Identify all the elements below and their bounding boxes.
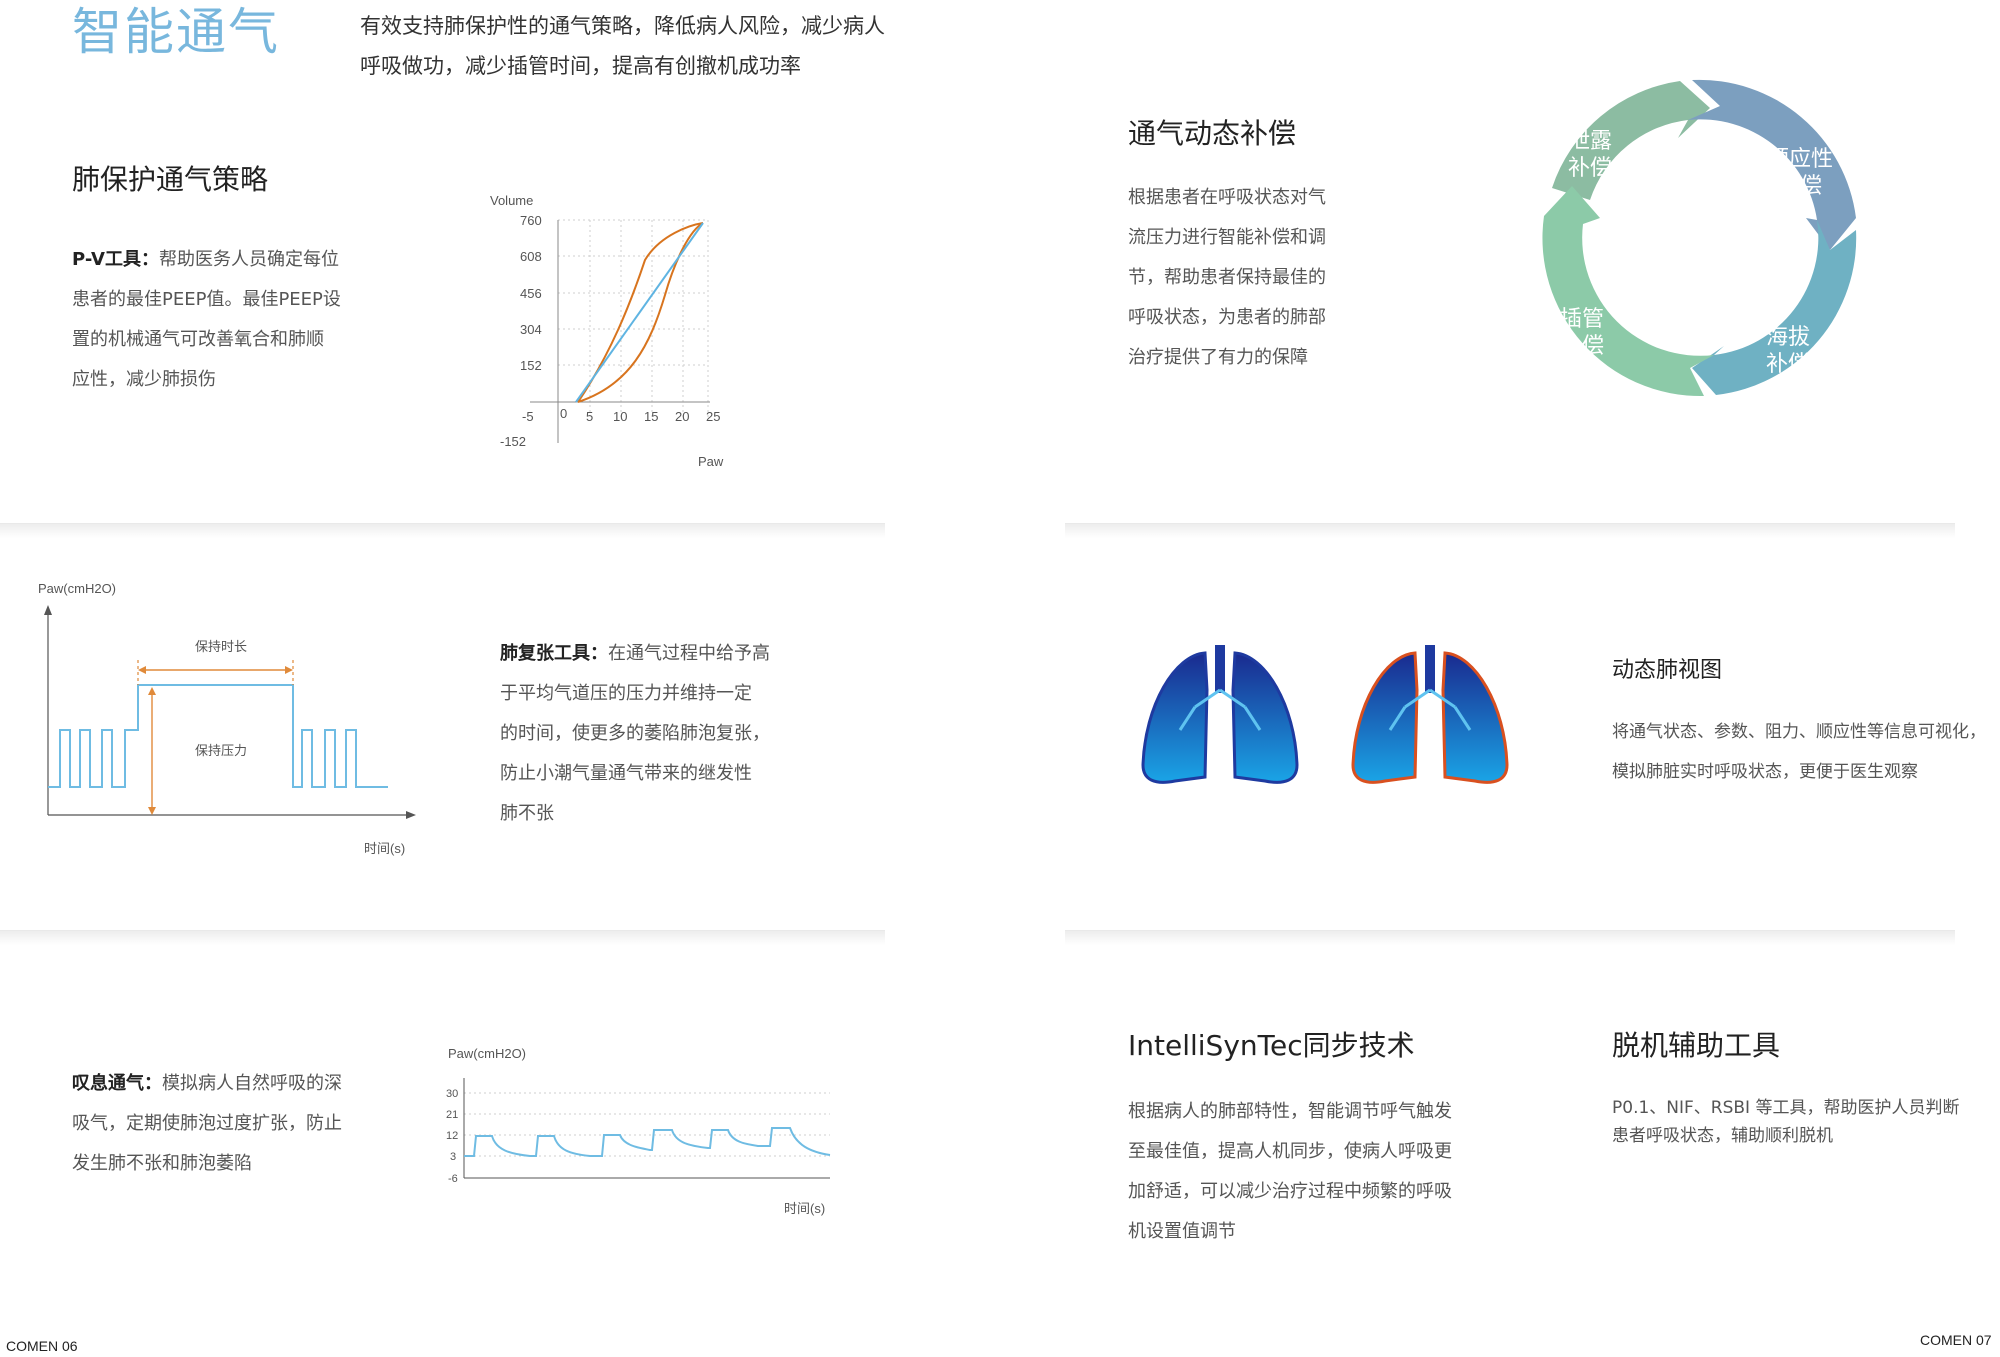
sigh-label: 叹息通气：	[72, 1073, 162, 1094]
recruit-ylabel: Paw(cmH2O)	[38, 581, 116, 596]
intellisync-line: 加舒适，可以减少治疗过程中频繁的呼吸	[1128, 1181, 1452, 1202]
pv-ytick: 304	[520, 322, 542, 337]
pv-ylabel: Volume	[490, 193, 533, 208]
compensation-cycle-diagram: 泄露 补偿 顺应性 补偿 海拔 补偿 插管 补偿	[1542, 79, 1857, 397]
pv-text: 置的机械通气可改善氧合和肺顺	[72, 329, 324, 350]
intro-text: 有效支持肺保护性的通气策略，降低病人风险，减少病人 呼吸做功，减少插管时间，提高…	[360, 6, 900, 86]
pv-tool-description: P-V工具：帮助医务人员确定每位 患者的最佳PEEP值。最佳PEEP设 置的机械…	[72, 240, 372, 400]
dc-line: 治疗提供了有力的保障	[1128, 347, 1308, 368]
recruitment-text: 防止小潮气量通气带来的继发性	[500, 763, 752, 784]
brand-logo: COMEN	[6, 1338, 59, 1354]
lung-view-heading: 动态肺视图	[1612, 658, 1723, 683]
pv-xtick: 5	[586, 409, 593, 424]
weaning-line: 患者呼吸状态，辅助顺利脱机	[1612, 1126, 1833, 1146]
recruitment-label: 肺复张工具：	[500, 643, 608, 664]
footer-right: COMEN 07	[1920, 1332, 1992, 1348]
cycle-segment-intubation	[1542, 186, 1714, 397]
section-divider	[1065, 523, 1955, 538]
sigh-ytick: -6	[448, 1173, 458, 1185]
hold-time-label: 保持时长	[195, 639, 247, 654]
pv-xtick: 0	[560, 406, 567, 421]
page-title: 智能通气	[72, 3, 280, 61]
cycle-label: 补偿	[1568, 156, 1612, 181]
weaning-text: P0.1、NIF、RSBI 等工具，帮助医护人员判断 患者呼吸状态，辅助顺利脱机	[1612, 1094, 1992, 1150]
recruit-waveform	[48, 684, 388, 788]
pv-text: 应性，减少肺损伤	[72, 369, 216, 390]
dc-line: 呼吸状态，为患者的肺部	[1128, 307, 1326, 328]
sigh-ytick: 12	[446, 1130, 458, 1142]
recruit-xlabel: 时间(s)	[364, 841, 405, 856]
brand-logo: COMEN	[1920, 1332, 1973, 1348]
intellisync-heading: IntelliSynTec同步技术	[1128, 1029, 1415, 1062]
hold-pressure-label: 保持压力	[195, 743, 247, 758]
section-divider	[0, 930, 885, 945]
intellisync-line: 根据病人的肺部特性，智能调节呼气触发	[1128, 1101, 1452, 1122]
recruitment-text: 肺不张	[500, 803, 554, 824]
sigh-waveform	[464, 1127, 831, 1157]
pv-ytick: 608	[520, 249, 542, 264]
recruitment-chart: Paw(cmH2O) 保持时长 保持压力 时间(s)	[38, 581, 416, 856]
recruitment-text: 在通气过程中给予高	[608, 643, 770, 664]
pv-xtick: 20	[675, 409, 689, 424]
sigh-ytick: 30	[446, 1088, 458, 1100]
pv-text: 帮助医务人员确定每位	[158, 249, 339, 270]
pv-ytick: 152	[520, 358, 542, 373]
pv-xlabel: Paw	[698, 454, 724, 469]
pv-text: 患者的最佳PEEP值。最佳PEEP设	[72, 289, 341, 310]
sigh-description: 叹息通气：模拟病人自然呼吸的深 吸气，定期使肺泡过度扩张，防止 发生肺不张和肺泡…	[72, 1064, 372, 1184]
cycle-label: 海拔	[1766, 325, 1810, 350]
pv-ytick: 456	[520, 286, 542, 301]
dc-line: 根据患者在呼吸状态对气	[1128, 187, 1326, 208]
pv-ytick: 760	[520, 213, 542, 228]
pv-xtick: 25	[706, 409, 720, 424]
cycle-label: 补偿	[1766, 352, 1810, 377]
intellisync-line: 机设置值调节	[1128, 1221, 1236, 1242]
dynamic-compensation-heading: 通气动态补偿	[1128, 117, 1297, 150]
cycle-label: 泄露	[1568, 129, 1612, 154]
intro-line: 有效支持肺保护性的通气策略，降低病人风险，减少病人	[360, 14, 885, 38]
dc-line: 流压力进行智能补偿和调	[1128, 227, 1326, 248]
sigh-ytick: 3	[450, 1151, 456, 1163]
page-number: 07	[1976, 1332, 1992, 1348]
pv-xtick: 15	[644, 409, 658, 424]
lung-icon-dynamic	[1351, 645, 1509, 784]
cycle-label: 补偿	[1778, 174, 1822, 199]
footer-left: COMEN 06	[6, 1338, 78, 1354]
pv-xtick: -5	[522, 409, 534, 424]
lung-view-line: 模拟肺脏实时呼吸状态，更便于医生观察	[1612, 762, 1918, 782]
cycle-label: 顺应性	[1767, 147, 1833, 172]
lung-view-text: 将通气状态、参数、阻力、顺应性等信息可视化， 模拟肺脏实时呼吸状态，更便于医生观…	[1612, 712, 1992, 792]
sigh-chart: Paw(cmH2O) 30 21 12 3 -6 时间(s)	[446, 1046, 831, 1216]
intellisync-text: 根据病人的肺部特性，智能调节呼气触发 至最佳值，提高人机同步，使病人呼吸更 加舒…	[1128, 1092, 1468, 1252]
lung-protection-heading: 肺保护通气策略	[72, 163, 269, 196]
weaning-line: P0.1、NIF、RSBI 等工具，帮助医护人员判断	[1612, 1098, 1960, 1118]
sigh-text: 发生肺不张和肺泡萎陷	[72, 1153, 252, 1174]
cycle-label: 插管	[1560, 307, 1604, 332]
dynamic-compensation-text: 根据患者在呼吸状态对气 流压力进行智能补偿和调 节，帮助患者保持最佳的 呼吸状态…	[1128, 178, 1368, 378]
weaning-heading: 脱机辅助工具	[1612, 1029, 1781, 1062]
recruitment-description: 肺复张工具：在通气过程中给予高 于平均气道压的压力并维持一定 的时间，使更多的萎…	[500, 634, 800, 834]
sigh-text: 模拟病人自然呼吸的深	[162, 1073, 342, 1094]
sigh-ylabel: Paw(cmH2O)	[448, 1046, 526, 1061]
sigh-text: 吸气，定期使肺泡过度扩张，防止	[72, 1113, 342, 1134]
intellisync-line: 至最佳值，提高人机同步，使病人呼吸更	[1128, 1141, 1452, 1162]
page-number: 06	[62, 1338, 78, 1354]
section-divider	[0, 523, 885, 538]
intro-line: 呼吸做功，减少插管时间，提高有创撤机成功率	[360, 54, 801, 78]
lung-icon-normal	[1141, 645, 1299, 784]
cycle-label: 补偿	[1560, 334, 1604, 359]
sigh-ytick: 21	[446, 1109, 458, 1121]
recruitment-text: 于平均气道压的压力并维持一定	[500, 683, 752, 704]
section-divider	[1065, 930, 1955, 945]
lung-illustrations	[1141, 645, 1509, 784]
pv-compliance-line	[575, 222, 704, 403]
pv-tool-label: P-V工具：	[72, 249, 159, 270]
lung-view-line: 将通气状态、参数、阻力、顺应性等信息可视化，	[1612, 722, 1986, 742]
pv-xtick: 10	[613, 409, 627, 424]
pv-ytick: -152	[500, 434, 526, 449]
recruitment-text: 的时间，使更多的萎陷肺泡复张，	[500, 723, 770, 744]
pv-loop-chart: Volume 760 608 456 304 152 -152 -5 0 5 1…	[490, 193, 724, 469]
sigh-xlabel: 时间(s)	[784, 1201, 825, 1216]
dc-line: 节，帮助患者保持最佳的	[1128, 267, 1326, 288]
